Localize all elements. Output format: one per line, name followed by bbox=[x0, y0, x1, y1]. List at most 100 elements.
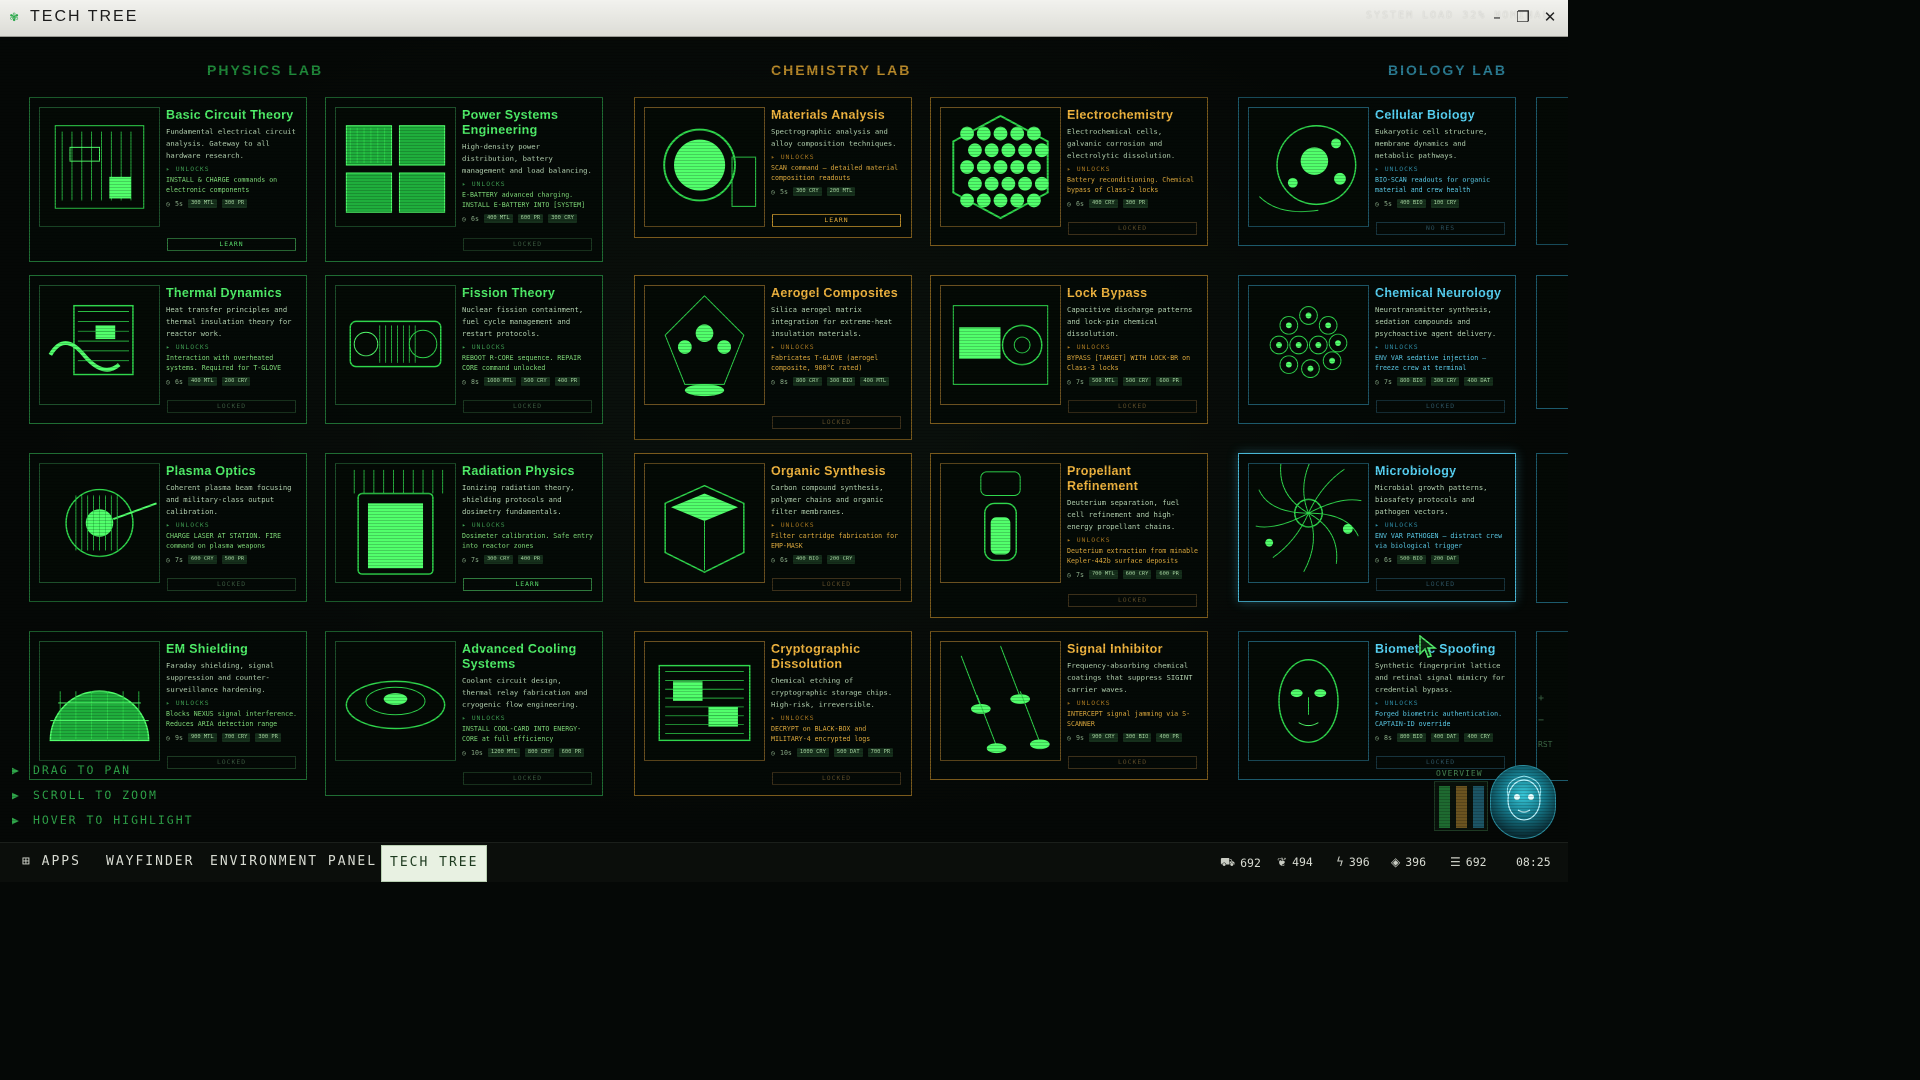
offscreen-card[interactable] bbox=[1536, 275, 1568, 409]
tech-illustration bbox=[39, 285, 160, 405]
cost-token: 900 CRY bbox=[1088, 733, 1118, 742]
tech-card[interactable]: Electrochemistry Electrochemical cells, … bbox=[930, 97, 1208, 246]
unlocks-label: ▸ UNLOCKS bbox=[771, 521, 815, 529]
tech-card-body: Fission Theory Nuclear fission containme… bbox=[462, 286, 594, 386]
tech-card[interactable]: Cellular Biology Eukaryotic cell structu… bbox=[1238, 97, 1516, 246]
tech-name: Cellular Biology bbox=[1375, 108, 1475, 122]
zoom-out-button[interactable]: − bbox=[1538, 715, 1544, 726]
tech-card[interactable]: Aerogel Composites Silica aerogel matrix… bbox=[634, 275, 912, 440]
environment-panel-button[interactable]: ENVIRONMENT PANEL bbox=[210, 854, 377, 869]
research-time: 5s bbox=[174, 199, 183, 208]
cost-token: 300 PR bbox=[221, 199, 248, 208]
tech-card[interactable]: Fission Theory Nuclear fission containme… bbox=[325, 275, 603, 424]
tech-action-button[interactable]: LEARN bbox=[463, 578, 592, 591]
research-time: 9s bbox=[1075, 733, 1084, 742]
unlocks-label: ▸ UNLOCKS bbox=[166, 521, 210, 529]
close-button[interactable]: ✕ bbox=[1541, 8, 1559, 26]
tech-action-button: LOCKED bbox=[463, 400, 592, 413]
tech-card[interactable]: Microbiology Microbial growth patterns, … bbox=[1238, 453, 1516, 602]
tech-card[interactable]: Power Systems Engineering High-density p… bbox=[325, 97, 603, 262]
tech-card[interactable]: Signal Inhibitor Frequency-absorbing che… bbox=[930, 631, 1208, 780]
cost-token: 600 PR bbox=[1156, 570, 1182, 579]
tech-card[interactable]: Basic Circuit Theory Fundamental electri… bbox=[29, 97, 307, 262]
tech-card-body: Cellular Biology Eukaryotic cell structu… bbox=[1375, 108, 1507, 208]
tech-card[interactable]: EM Shielding Faraday shielding, signal s… bbox=[29, 631, 307, 780]
cost-token: 400 DAT bbox=[1464, 377, 1494, 386]
tech-action-button[interactable]: LEARN bbox=[772, 214, 901, 227]
wayfinder-button[interactable]: WAYFINDER bbox=[106, 854, 194, 869]
minimize-button[interactable]: – bbox=[1488, 8, 1506, 26]
research-time: 10s bbox=[470, 748, 483, 757]
window-title: TECH TREE bbox=[30, 8, 139, 25]
tech-card[interactable]: Propellant Refinement Deuterium separati… bbox=[930, 453, 1208, 618]
cost-token: 400 PR bbox=[517, 555, 544, 564]
tech-name: Biometric Spoofing bbox=[1375, 642, 1496, 656]
unlock-effect: INSTALL COOL-CARD INTO ENERGY-CORE at fu… bbox=[462, 725, 582, 743]
hint-arrow-icon: ▶ bbox=[12, 813, 21, 827]
tech-action-button: LOCKED bbox=[1068, 594, 1197, 607]
research-time: 6s bbox=[779, 555, 788, 564]
tech-card[interactable]: Materials Analysis Spectrographic analys… bbox=[634, 97, 912, 238]
apps-button[interactable]: ⊞ APPS bbox=[22, 854, 81, 869]
tech-name: Organic Synthesis bbox=[771, 464, 886, 478]
hint-arrow-icon: ▶ bbox=[12, 763, 21, 777]
tech-card[interactable]: Cryptographic Dissolution Chemical etchi… bbox=[634, 631, 912, 796]
overview-minimap[interactable] bbox=[1434, 781, 1488, 831]
tech-description: Eukaryotic cell structure, membrane dyna… bbox=[1375, 127, 1488, 160]
cost-token: 200 CRY bbox=[221, 377, 251, 386]
cost-token: 400 DAT bbox=[1430, 733, 1460, 742]
reset-view-button[interactable]: RST bbox=[1538, 740, 1552, 749]
tech-card-body: Microbiology Microbial growth patterns, … bbox=[1375, 464, 1507, 564]
maximize-button[interactable]: ❐ bbox=[1514, 8, 1532, 26]
cost-token: 800 BIO bbox=[1396, 377, 1426, 386]
tech-cost-row: ◷ 7s 300 CRY 400 PR bbox=[462, 555, 594, 564]
tech-card-body: Cryptographic Dissolution Chemical etchi… bbox=[771, 642, 903, 757]
tech-illustration bbox=[39, 641, 160, 761]
tech-card-body: Basic Circuit Theory Fundamental electri… bbox=[166, 108, 298, 208]
unlock-effect: Blocks NEXUS signal interference. Reduce… bbox=[166, 710, 298, 728]
tech-name: Thermal Dynamics bbox=[166, 286, 282, 300]
tech-action-button: LOCKED bbox=[167, 400, 296, 413]
offscreen-card[interactable] bbox=[1536, 631, 1568, 781]
tech-illustration bbox=[940, 107, 1061, 227]
tech-card[interactable]: Lock Bypass Capacitive discharge pattern… bbox=[930, 275, 1208, 424]
tech-illustration bbox=[1248, 107, 1369, 227]
unlock-effect: REBOOT R-CORE sequence. REPAIR CORE comm… bbox=[462, 354, 582, 372]
unlocks-label: ▸ UNLOCKS bbox=[462, 180, 506, 188]
column-header-biology: BIOLOGY LAB bbox=[1388, 62, 1507, 78]
tech-name: Signal Inhibitor bbox=[1067, 642, 1163, 656]
cost-token: 400 PR bbox=[1156, 733, 1182, 742]
tech-description: Neurotransmitter synthesis, sedation com… bbox=[1375, 305, 1497, 338]
unlock-effect: ENV VAR sedative injection – freeze crew… bbox=[1375, 354, 1487, 372]
clock-icon: ◷ bbox=[771, 377, 775, 386]
tech-tree-canvas[interactable]: PHYSICS LAB CHEMISTRY LAB BIOLOGY LAB Ba… bbox=[0, 37, 1568, 842]
offscreen-card[interactable] bbox=[1536, 97, 1568, 245]
ai-avatar-icon[interactable] bbox=[1490, 765, 1556, 839]
tech-card[interactable]: Advanced Cooling Systems Coolant circuit… bbox=[325, 631, 603, 796]
overview-label: OVERVIEW bbox=[1436, 769, 1483, 778]
tech-cost-row: ◷ 8s 800 BIO 400 DAT 400 CRY bbox=[1375, 733, 1507, 742]
tech-tree-button[interactable]: TECH TREE bbox=[381, 845, 488, 882]
zoom-in-button[interactable]: + bbox=[1538, 693, 1544, 704]
tech-name: Microbiology bbox=[1375, 464, 1457, 478]
cost-token: 400 BIO bbox=[792, 555, 822, 564]
tech-action-button: LOCKED bbox=[167, 756, 296, 769]
tech-name: Propellant Refinement bbox=[1067, 464, 1139, 493]
cost-token: 700 PR bbox=[867, 748, 894, 757]
tech-card[interactable]: Biometric Spoofing Synthetic fingerprint… bbox=[1238, 631, 1516, 780]
tech-action-button[interactable]: LEARN bbox=[167, 238, 296, 251]
tech-card[interactable]: Organic Synthesis Carbon compound synthe… bbox=[634, 453, 912, 602]
cost-token: 1000 MTL bbox=[483, 377, 516, 386]
research-time: 7s bbox=[1075, 377, 1084, 386]
tech-name: Electrochemistry bbox=[1067, 108, 1174, 122]
unlock-effect: BYPASS [TARGET] WITH LOCK-BR on Class-3 … bbox=[1067, 354, 1191, 372]
ore-icon: ⛟ bbox=[1220, 855, 1236, 869]
clock-icon: ◷ bbox=[462, 748, 466, 757]
offscreen-card[interactable] bbox=[1536, 453, 1568, 603]
tech-card-body: EM Shielding Faraday shielding, signal s… bbox=[166, 642, 298, 742]
tech-card[interactable]: Radiation Physics Ionizing radiation the… bbox=[325, 453, 603, 602]
tech-card[interactable]: Chemical Neurology Neurotransmitter synt… bbox=[1238, 275, 1516, 424]
tech-card[interactable]: Plasma Optics Coherent plasma beam focus… bbox=[29, 453, 307, 602]
tech-card[interactable]: Thermal Dynamics Heat transfer principle… bbox=[29, 275, 307, 424]
tech-description: Synthetic fingerprint lattice and retina… bbox=[1375, 661, 1505, 694]
